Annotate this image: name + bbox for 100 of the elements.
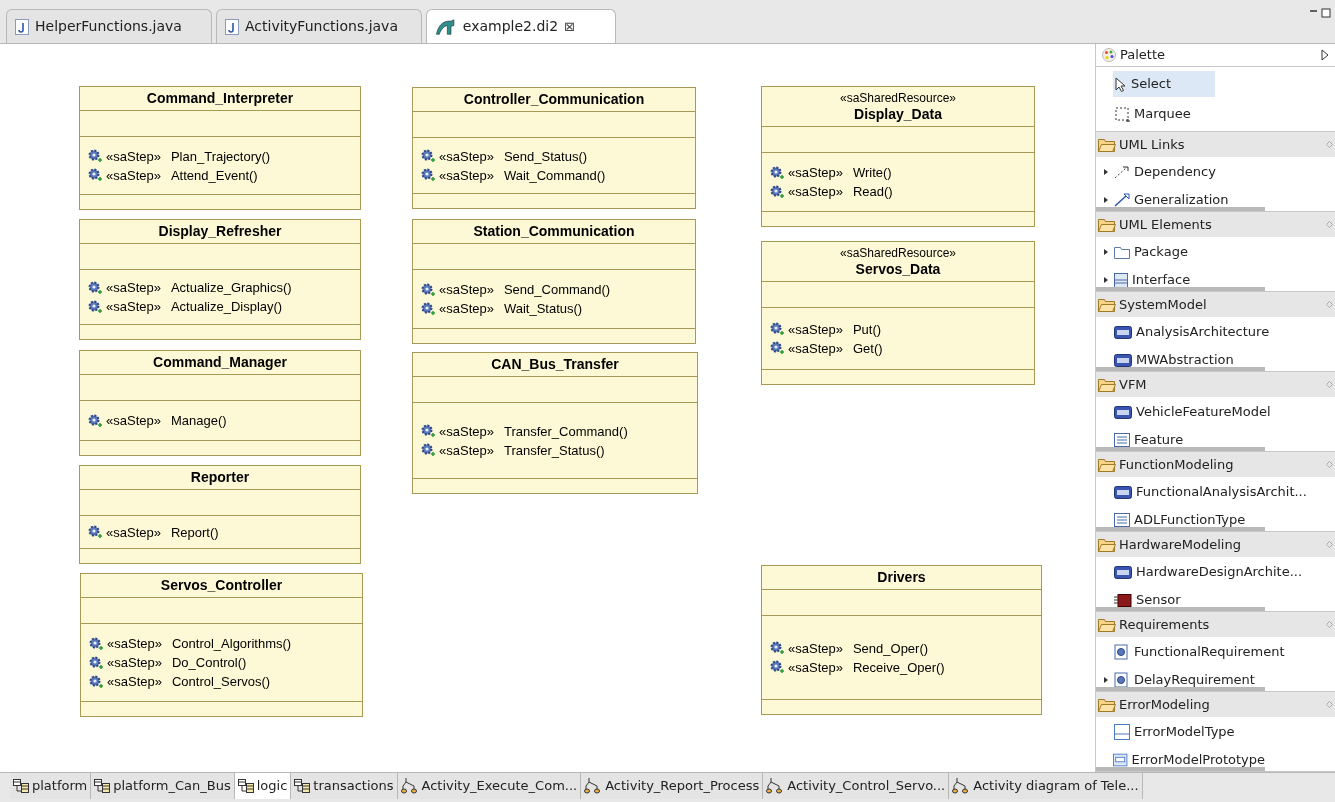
class-box[interactable]: Reporter «saStep» Report()	[79, 465, 361, 564]
class-box[interactable]: Servos_Controller «saStep» Control_Algorithms() «saStep» Do_Control() «saStep» Control_Servos()	[80, 573, 363, 717]
pin-icon[interactable]	[1326, 301, 1333, 308]
operation-stereotype: «saStep»	[788, 339, 843, 357]
operation-stereotype: «saStep»	[106, 279, 161, 296]
operation-stereotype: «saStep»	[439, 441, 494, 459]
close-button[interactable]: ⊠	[564, 16, 575, 37]
palette-drawer-header[interactable]: SystemModel	[1096, 292, 1335, 317]
palette-drawer-header[interactable]: UML Elements	[1096, 212, 1335, 237]
diagram-tab[interactable]: Activity diagram of Tele...	[949, 773, 1143, 799]
class-box[interactable]: «saSharedResource» Servos_Data «saStep» Put() «saStep» Get()	[761, 241, 1035, 385]
gear-icon	[88, 525, 102, 539]
class-box[interactable]: CAN_Bus_Transfer «saStep» Transfer_Command() «saStep» Transfer_Status()	[412, 352, 698, 494]
palette-tool[interactable]: Marquee	[1113, 101, 1215, 127]
class-name: Command_Manager	[153, 354, 287, 371]
operation-stereotype: «saStep»	[788, 164, 843, 181]
error-prototype-icon	[1113, 753, 1128, 767]
operation-name: Send_Status()	[503, 147, 588, 165]
folder-icon	[1098, 457, 1116, 472]
palette-item[interactable]: FunctionalAnalysisArchit...	[1096, 477, 1335, 507]
editor-tab[interactable]: example2.di2 ⊠	[426, 9, 616, 43]
class-diagram-icon	[237, 779, 254, 793]
diagram-tab[interactable]: platform	[10, 773, 92, 799]
palette-title: Palette	[1120, 46, 1167, 65]
class-box[interactable]: Command_Interpreter «saStep» Plan_Trajectory() «saStep» Attend_Event()	[79, 86, 361, 210]
expand-arrow-icon[interactable]	[1102, 276, 1110, 284]
palette-drawer-header[interactable]: UML Links	[1096, 132, 1335, 157]
marquee-icon	[1115, 106, 1130, 122]
diagram-tab[interactable]: transactions	[291, 773, 398, 799]
pin-icon[interactable]	[1326, 141, 1333, 148]
expand-arrow-icon[interactable]	[1102, 168, 1110, 176]
operation-name: Wait_Status()	[503, 300, 583, 317]
gear-icon	[770, 641, 784, 655]
palette-item[interactable]: VehicleFeatureModel	[1096, 397, 1335, 427]
pin-icon[interactable]	[1326, 541, 1333, 548]
dashed-arrow-icon	[1114, 165, 1130, 179]
class-box[interactable]: Command_Manager «saStep» Manage()	[79, 350, 361, 456]
error-type-icon	[1114, 724, 1130, 740]
gear-icon	[89, 655, 103, 670]
operation-name: Get()	[852, 339, 883, 357]
palette-drawer-header[interactable]: HardwareModeling	[1096, 532, 1335, 557]
palette-icon	[1102, 48, 1116, 62]
operation-stereotype: «saStep»	[107, 673, 162, 690]
pin-icon[interactable]	[1326, 621, 1333, 628]
class-box[interactable]: Controller_Communication «saStep» Send_Status() «saStep» Wait_Command()	[412, 87, 696, 209]
class-name: Controller_Communication	[463, 91, 645, 108]
diagram-tab[interactable]: logic	[234, 773, 292, 799]
class-diagram-icon	[294, 779, 311, 793]
operation-stereotype: «saStep»	[106, 412, 161, 429]
diagram-tab[interactable]: Activity_Report_Process	[581, 773, 764, 799]
arrow-icon	[1114, 193, 1130, 207]
pin-icon[interactable]	[1326, 701, 1333, 708]
operation-stereotype: «saStep»	[106, 166, 161, 184]
gear-icon	[770, 184, 784, 199]
pin-icon[interactable]	[1326, 381, 1333, 388]
requirement-icon	[1114, 644, 1130, 660]
palette-item[interactable]: AnalysisArchitecture	[1096, 317, 1335, 347]
class-name: Reporter	[190, 469, 250, 486]
operation-name: Send_Command()	[503, 281, 611, 298]
palette-tool[interactable]: Select	[1113, 71, 1215, 97]
gear-icon	[770, 165, 784, 180]
class-name: CAN_Bus_Transfer	[491, 356, 619, 373]
editor-tab[interactable]: HelperFunctions.java	[6, 9, 212, 43]
pin-icon[interactable]	[1326, 461, 1333, 468]
class-name: Station_Communication	[473, 223, 635, 240]
palette-drawer-header[interactable]: VFM	[1096, 372, 1335, 397]
operation-stereotype: «saStep»	[107, 654, 162, 671]
operation-name: Write()	[852, 164, 892, 181]
palette-item[interactable]: HardwareDesignArchite...	[1096, 557, 1335, 587]
class-box[interactable]: Display_Refresher «saStep» Actualize_Graphics() «saStep» Actualize_Display()	[79, 219, 361, 340]
expand-triangle-icon[interactable]	[1321, 49, 1329, 61]
palette-item[interactable]: Package	[1096, 237, 1335, 267]
palette-item[interactable]: FunctionalRequirement	[1096, 637, 1335, 667]
interface-icon	[1114, 272, 1128, 287]
gear-icon	[770, 322, 784, 336]
operation-stereotype: «saStep»	[106, 523, 161, 541]
expand-arrow-icon[interactable]	[1102, 248, 1110, 256]
folder-icon	[1098, 137, 1116, 152]
diagram-tab[interactable]: Activity_Execute_Com...	[397, 773, 582, 799]
pin-icon[interactable]	[1326, 221, 1333, 228]
expand-arrow-icon[interactable]	[1102, 196, 1110, 204]
palette-drawer-header[interactable]: ErrorModeling	[1096, 692, 1335, 717]
editor-tab[interactable]: ActivityFunctions.java	[216, 9, 422, 43]
palette-drawer-header[interactable]: FunctionModeling	[1096, 452, 1335, 477]
palette-drawer-header[interactable]: Requirements	[1096, 612, 1335, 637]
diagram-tab[interactable]: platform_Can_Bus	[91, 773, 235, 799]
list-icon	[1114, 433, 1130, 447]
diagram-tab[interactable]: Activity_Control_Servo...	[763, 773, 950, 799]
operation-name: Manage()	[170, 412, 227, 429]
minimize-maximize-icon[interactable]	[1309, 8, 1331, 18]
folder-icon	[1114, 245, 1130, 259]
expand-arrow-icon[interactable]	[1102, 676, 1110, 684]
class-name: Drivers	[877, 569, 926, 586]
class-box[interactable]: «saSharedResource» Display_Data «saStep» Write() «saStep» Read()	[761, 86, 1035, 227]
class-box[interactable]: Station_Communication «saStep» Send_Command() «saStep» Wait_Status()	[412, 219, 696, 344]
palette-item[interactable]: Dependency	[1096, 157, 1335, 187]
class-box[interactable]: Drivers «saStep» Send_Oper() «saStep» Receive_Oper()	[761, 565, 1042, 715]
gear-icon	[89, 674, 103, 689]
palette-item[interactable]: ErrorModelType	[1096, 717, 1335, 747]
gear-icon	[770, 341, 784, 355]
